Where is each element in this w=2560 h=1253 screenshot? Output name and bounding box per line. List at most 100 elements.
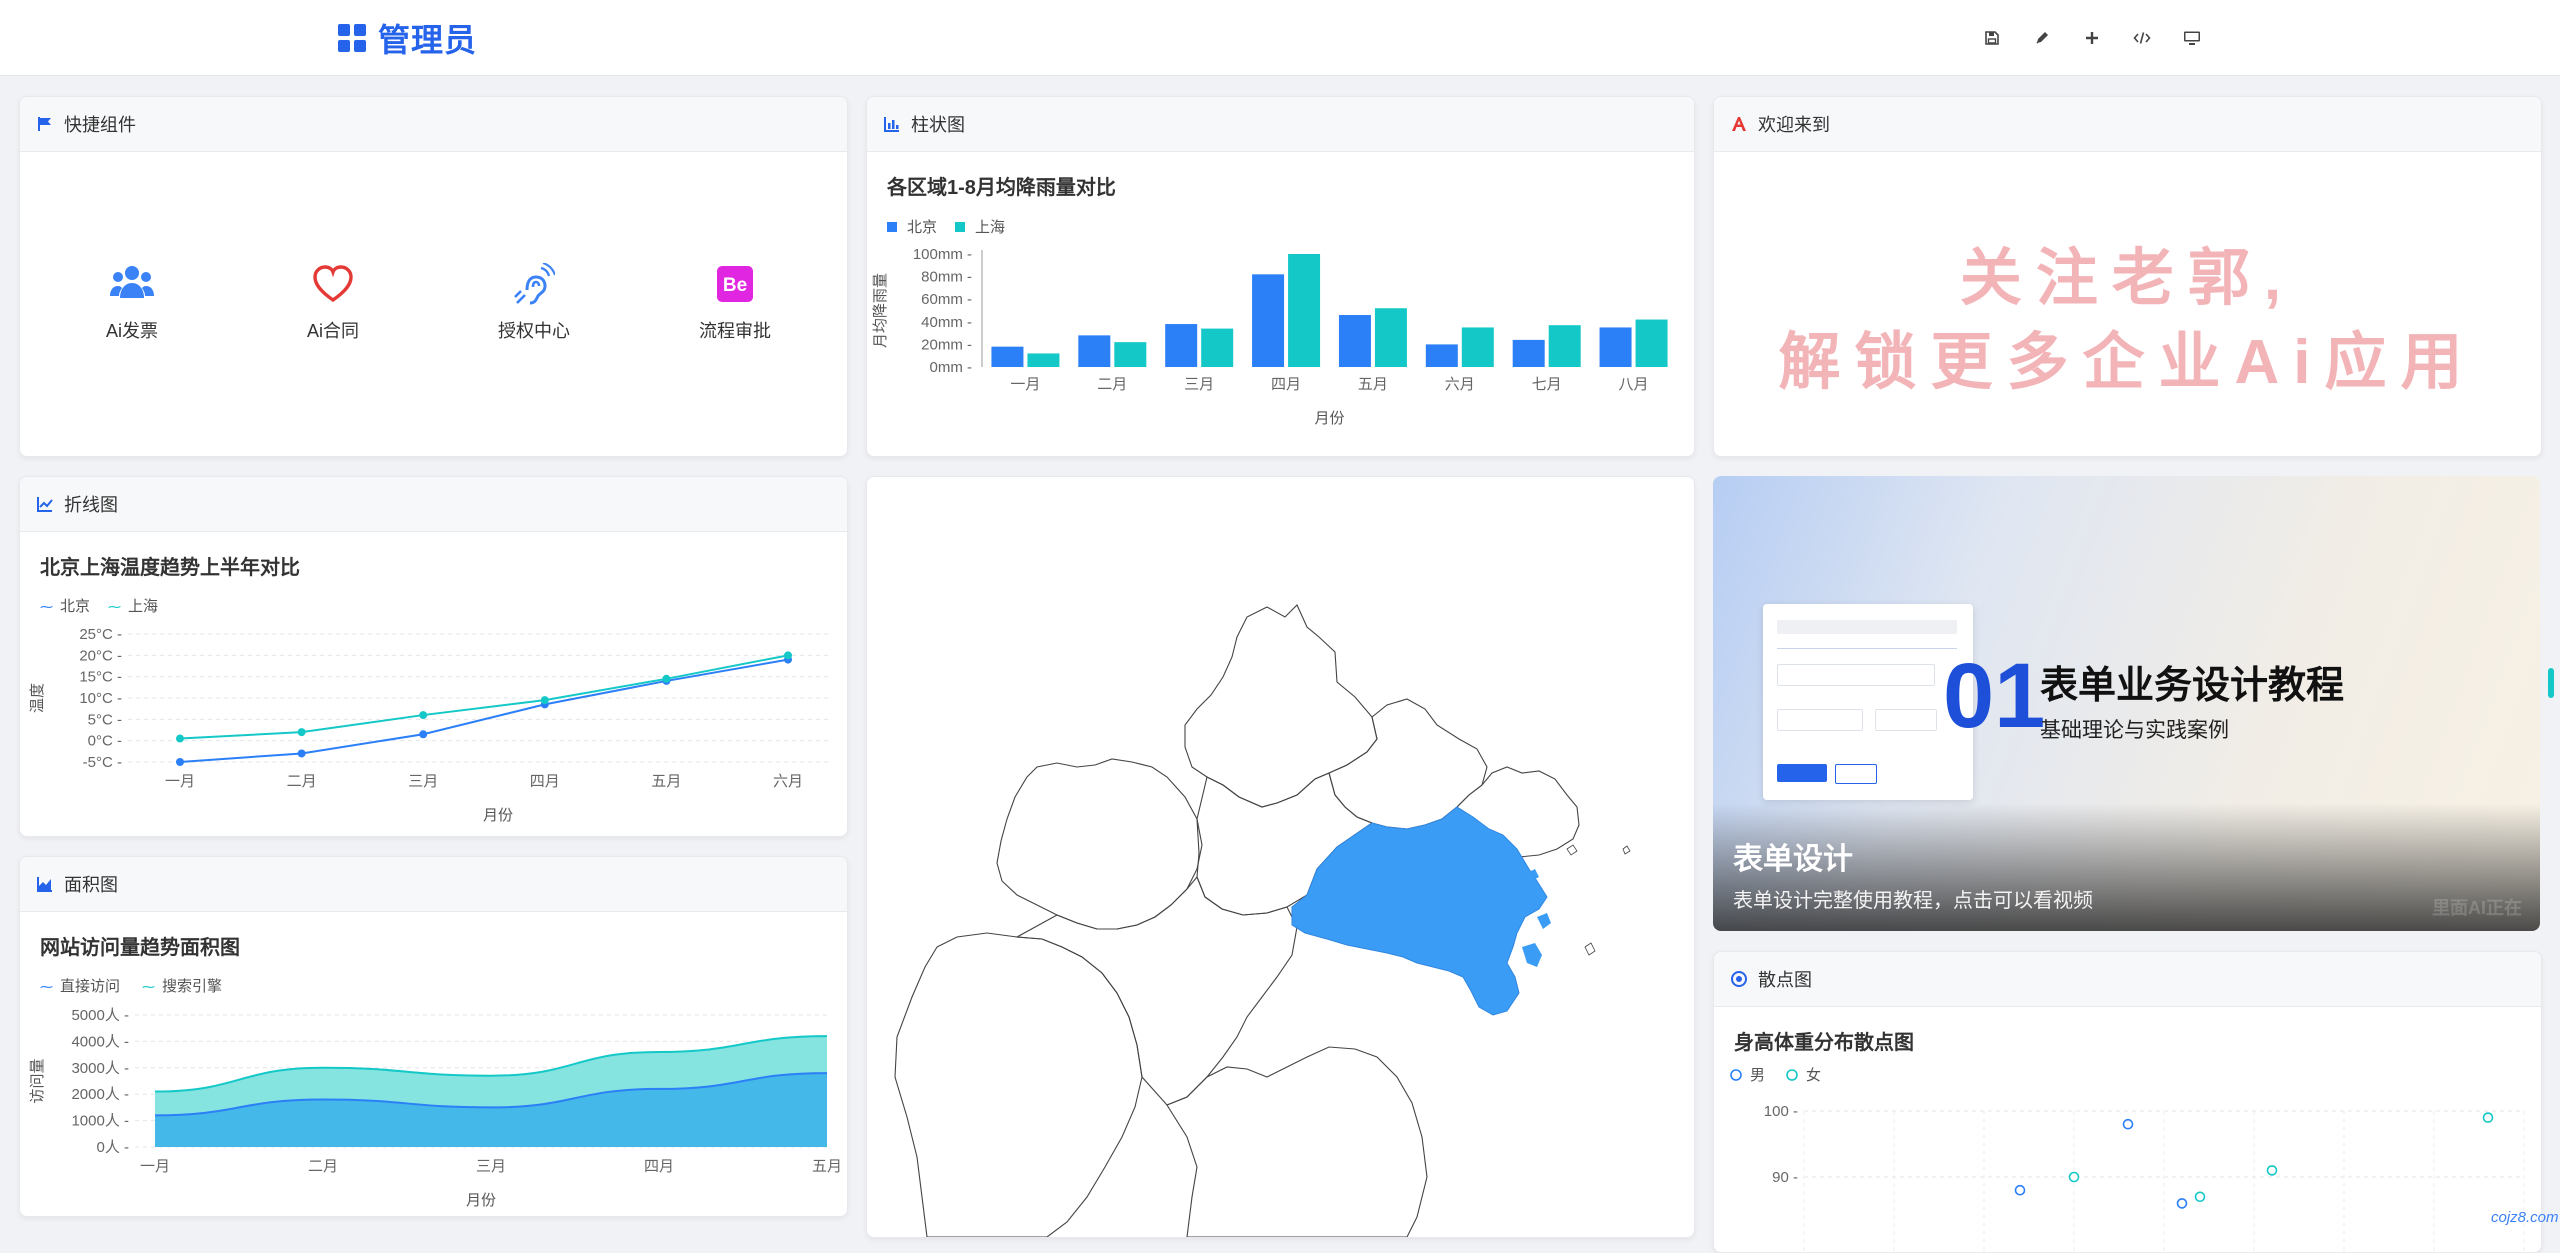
form-preview-image (1763, 604, 1973, 800)
map-island (1584, 942, 1596, 956)
map-region-north (1184, 604, 1378, 808)
area-chart-card: 面积图 网站访问量趋势面积图 ⁓ 直接访问 ⁓ 搜索引擎 0人 - 1000人 - 2000… (19, 856, 848, 1217)
data-point (2194, 1191, 2206, 1203)
site-watermark: cojz8.com (2491, 1209, 2559, 1226)
data-point (297, 749, 306, 758)
legend-marker: ⁓ (142, 979, 155, 994)
y-tick-label: 10°C - (79, 690, 122, 707)
data-point (297, 728, 306, 737)
area-chart: ⁓ 直接访问 ⁓ 搜索引擎 0人 - 1000人 - 2000人 - 3000人 - 4000人… (29, 978, 842, 1207)
hearing-icon (514, 263, 555, 305)
y-tick-label: 2000人 - (71, 1086, 129, 1103)
chart-title: 网站访问量趋势面积图 (40, 937, 240, 959)
data-point (2068, 1171, 2080, 1183)
behance-icon: Be (717, 266, 753, 302)
card-title: 柱状图 (911, 115, 965, 135)
y-tick-label: -5°C - (83, 754, 122, 771)
card-title: 散点图 (1758, 970, 1812, 990)
data-point (176, 734, 184, 743)
y-tick-label: 20°C - (79, 647, 122, 664)
y-tick-label: 80mm - (921, 269, 972, 286)
x-tick-label: 六月 (1445, 376, 1475, 393)
scatter-chart: 男 女 90 - 100 - (1730, 1066, 2525, 1252)
x-tick-label: 四月 (1271, 376, 1301, 393)
bar (991, 346, 1024, 367)
y-tick-label: 90 - (1772, 1169, 1798, 1186)
monitor-icon[interactable] (2176, 22, 2208, 54)
quick-item-auth-center[interactable]: 授权中心 (459, 261, 609, 343)
x-tick-label: 四月 (644, 1158, 674, 1175)
bar (1165, 324, 1198, 367)
y-tick-label: 5000人 - (71, 1007, 129, 1024)
map-island (1537, 913, 1551, 929)
scroll-indicator[interactable] (2548, 668, 2554, 698)
y-tick-label: 60mm - (921, 291, 972, 308)
x-axis-label: 月份 (1314, 410, 1344, 427)
map-region-southwest (894, 932, 1143, 1237)
x-tick-label: 五月 (651, 773, 681, 790)
save-icon[interactable] (1976, 22, 2008, 54)
quick-item-contract[interactable]: Ai合同 (258, 261, 408, 343)
x-tick-label: 五月 (1358, 376, 1388, 393)
card-header: 面积图 (20, 857, 847, 912)
banner-subheading: 基础理论与实践案例 (2040, 719, 2229, 742)
map-region-west (996, 758, 1203, 930)
legend-label: 直接访问 (60, 978, 120, 995)
y-tick-label: 100 - (1764, 1103, 1798, 1120)
x-axis-label: 月份 (466, 1192, 496, 1207)
map-region-highlight (1291, 806, 1548, 1016)
bar (1027, 353, 1060, 367)
x-tick-label: 五月 (812, 1158, 842, 1175)
font-icon (1732, 117, 1746, 131)
data-point (419, 730, 428, 739)
welcome-line-2: 解锁更多企业Ai应用 (1778, 328, 2477, 397)
legend-swatch (955, 222, 965, 232)
banner-number: 01 (1943, 645, 2046, 747)
map-region-south (1015, 875, 1298, 1106)
legend-marker (1730, 1069, 1742, 1081)
data-point (540, 696, 549, 705)
legend-label: 女 (1806, 1066, 1821, 1084)
card-title: 欢迎来到 (1758, 115, 1830, 135)
code-icon[interactable] (2126, 22, 2158, 54)
toolbar (1976, 22, 2208, 54)
x-tick-label: 三月 (476, 1158, 506, 1175)
legend-marker (1786, 1069, 1798, 1081)
legend-label: 北京 (60, 598, 90, 615)
quick-item-approval[interactable]: Be 流程审批 (660, 261, 810, 343)
bar (1425, 344, 1458, 367)
map-region-northeast (1328, 698, 1488, 830)
chart-title: 北京上海温度趋势上半年对比 (40, 557, 300, 579)
line-chart-icon (37, 497, 53, 512)
x-tick-label: 四月 (530, 773, 560, 790)
y-tick-label: 5°C - (88, 711, 122, 728)
welcome-line-1: 关注老郭, (1959, 244, 2296, 313)
y-tick-label: 0mm - (930, 359, 973, 376)
x-tick-label: 一月 (140, 1158, 170, 1175)
pencil-icon[interactable] (2026, 22, 2058, 54)
y-tick-label: 0°C - (88, 733, 122, 750)
quick-item-invoice[interactable]: Ai发票 (57, 261, 207, 343)
banner-heading: 表单业务设计教程 (2040, 665, 2345, 707)
chart-title: 各区域1-8月均降雨量对比 (887, 177, 1116, 199)
x-tick-label: 二月 (308, 1158, 338, 1175)
y-tick-label: 20mm - (921, 336, 972, 353)
dashboard-grid-icon (338, 24, 366, 52)
data-point (662, 674, 671, 683)
chart-title: 身高体重分布散点图 (1734, 1032, 1914, 1054)
y-tick-label: 1000人 - (71, 1113, 129, 1130)
bar-chart-card: 柱状图 各区域1-8月均降雨量对比 北京 上海 0mm - 20mm - 40mm - 6… (866, 96, 1695, 457)
data-point (2122, 1118, 2134, 1130)
bar (1338, 315, 1371, 367)
plus-icon[interactable] (2076, 22, 2108, 54)
welcome-card: 欢迎来到 关注老郭, 解锁更多企业Ai应用 (1713, 96, 2542, 457)
top-bar: 管理员 (0, 0, 2560, 76)
bar (1288, 254, 1321, 367)
card-header: 快捷组件 (20, 97, 847, 152)
y-tick-label: 3000人 - (71, 1060, 129, 1077)
card-header: 欢迎来到 (1714, 97, 2541, 152)
map-card (866, 476, 1695, 1238)
dot-circle-icon (1731, 971, 1747, 987)
tutorial-banner[interactable]: 01 表单业务设计教程 基础理论与实践案例 表单设计 表单设计完整使用教程，点击… (1713, 476, 2540, 931)
y-tick-label: 25°C - (79, 626, 122, 643)
